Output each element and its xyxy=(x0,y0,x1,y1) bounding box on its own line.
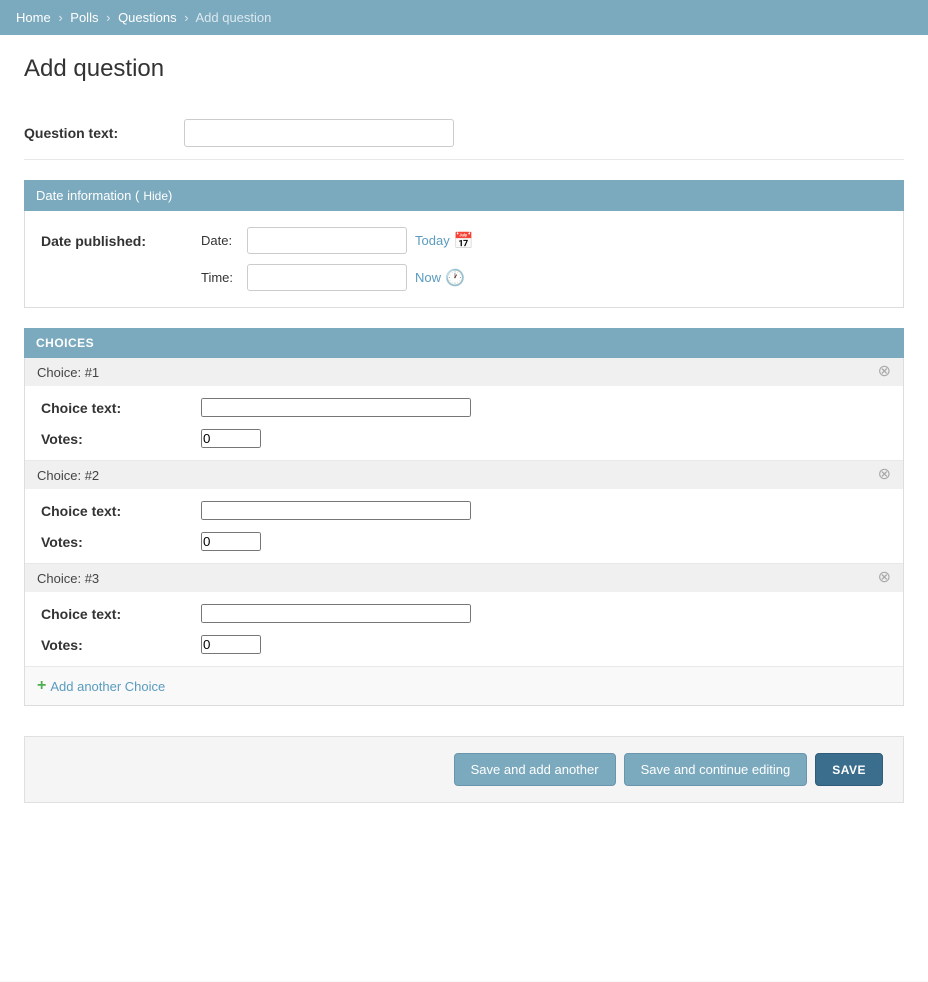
question-text-field xyxy=(184,119,904,147)
date-section-title: Date information xyxy=(36,188,131,203)
add-choice-link[interactable]: + Add another Choice xyxy=(37,677,891,695)
choice-header-2: Choice: #2 ⊗ xyxy=(25,461,903,489)
add-choice-row: + Add another Choice xyxy=(25,667,903,705)
time-input[interactable] xyxy=(247,264,407,291)
choice-item-2: Choice: #2 ⊗ Choice text: Votes: xyxy=(25,461,903,564)
choices-header: CHOICES xyxy=(24,328,904,358)
clock-icon: 🕐 xyxy=(445,268,465,288)
date-input[interactable] xyxy=(247,227,407,254)
date-time-fields: Date: Today 📅 Time: Now 🕐 xyxy=(201,227,474,291)
votes-label-1: Votes: xyxy=(41,431,201,447)
now-link[interactable]: Now 🕐 xyxy=(415,268,465,288)
choice-text-input-1[interactable] xyxy=(201,398,471,417)
choice-text-label-1: Choice text: xyxy=(41,400,201,416)
action-bar: Save and add another Save and continue e… xyxy=(24,736,904,803)
choice-label-1: Choice: #1 xyxy=(37,365,99,380)
choice-item-3: Choice: #3 ⊗ Choice text: Votes: xyxy=(25,564,903,667)
date-section-header[interactable]: Date information ( Hide ) xyxy=(24,180,904,211)
choice-label-3: Choice: #3 xyxy=(37,571,99,586)
now-label: Now xyxy=(415,270,441,285)
main-content: Add question Question text: Date informa… xyxy=(0,35,928,981)
choice-text-label-3: Choice text: xyxy=(41,606,201,622)
votes-row-1: Votes: xyxy=(41,429,887,448)
date-section-body: Date published: Date: Today 📅 Time: Now … xyxy=(24,211,904,308)
choice-text-input-3[interactable] xyxy=(201,604,471,623)
date-published-row: Date published: Date: Today 📅 Time: Now … xyxy=(41,227,887,291)
save-and-continue-button[interactable]: Save and continue editing xyxy=(624,753,808,786)
votes-input-2[interactable] xyxy=(201,532,261,551)
votes-row-2: Votes: xyxy=(41,532,887,551)
choice-text-row-3: Choice text: xyxy=(41,604,887,623)
breadcrumb-current: Add question xyxy=(195,10,271,25)
votes-input-1[interactable] xyxy=(201,429,261,448)
save-and-add-button[interactable]: Save and add another xyxy=(454,753,616,786)
votes-label-2: Votes: xyxy=(41,534,201,550)
date-section-paren-close: ) xyxy=(168,188,172,203)
breadcrumb-polls[interactable]: Polls xyxy=(70,10,98,25)
question-text-input[interactable] xyxy=(184,119,454,147)
votes-spinner-1 xyxy=(201,429,261,448)
choice-text-label-2: Choice text: xyxy=(41,503,201,519)
date-section-paren-open: ( xyxy=(131,188,139,203)
breadcrumb-sep-1: › xyxy=(58,10,62,25)
breadcrumb-sep-3: › xyxy=(184,10,188,25)
choice-text-row-1: Choice text: xyxy=(41,398,887,417)
page-title: Add question xyxy=(24,55,904,83)
date-section-toggle[interactable]: Hide xyxy=(143,189,168,203)
remove-choice-1-button[interactable]: ⊗ xyxy=(878,364,891,380)
breadcrumb-sep-2: › xyxy=(106,10,110,25)
remove-choice-3-button[interactable]: ⊗ xyxy=(878,570,891,586)
date-published-label: Date published: xyxy=(41,227,201,249)
question-text-row: Question text: xyxy=(24,107,904,160)
votes-label-3: Votes: xyxy=(41,637,201,653)
add-icon: + xyxy=(37,677,46,695)
votes-input-3[interactable] xyxy=(201,635,261,654)
choice-header-3: Choice: #3 ⊗ xyxy=(25,564,903,592)
votes-row-3: Votes: xyxy=(41,635,887,654)
today-link[interactable]: Today 📅 xyxy=(415,231,474,251)
choice-fields-1: Choice text: Votes: xyxy=(25,386,903,460)
choice-header-1: Choice: #1 ⊗ xyxy=(25,358,903,386)
votes-spinner-3 xyxy=(201,635,261,654)
breadcrumb-questions[interactable]: Questions xyxy=(118,10,177,25)
calendar-icon: 📅 xyxy=(454,231,474,251)
choice-fields-3: Choice text: Votes: xyxy=(25,592,903,666)
choice-text-input-2[interactable] xyxy=(201,501,471,520)
breadcrumb-bar: Home › Polls › Questions › Add question xyxy=(0,0,928,35)
today-label: Today xyxy=(415,233,450,248)
time-row: Time: Now 🕐 xyxy=(201,264,474,291)
choice-label-2: Choice: #2 xyxy=(37,468,99,483)
question-text-label: Question text: xyxy=(24,119,184,141)
choices-body: Choice: #1 ⊗ Choice text: Votes: Choic xyxy=(24,358,904,706)
time-label: Time: xyxy=(201,270,239,285)
breadcrumb-home[interactable]: Home xyxy=(16,10,51,25)
save-button[interactable]: SAVE xyxy=(815,753,883,786)
add-choice-label: Add another Choice xyxy=(50,679,165,694)
date-label: Date: xyxy=(201,233,239,248)
date-row: Date: Today 📅 xyxy=(201,227,474,254)
choice-fields-2: Choice text: Votes: xyxy=(25,489,903,563)
choice-text-row-2: Choice text: xyxy=(41,501,887,520)
choice-item-1: Choice: #1 ⊗ Choice text: Votes: xyxy=(25,358,903,461)
votes-spinner-2 xyxy=(201,532,261,551)
remove-choice-2-button[interactable]: ⊗ xyxy=(878,467,891,483)
